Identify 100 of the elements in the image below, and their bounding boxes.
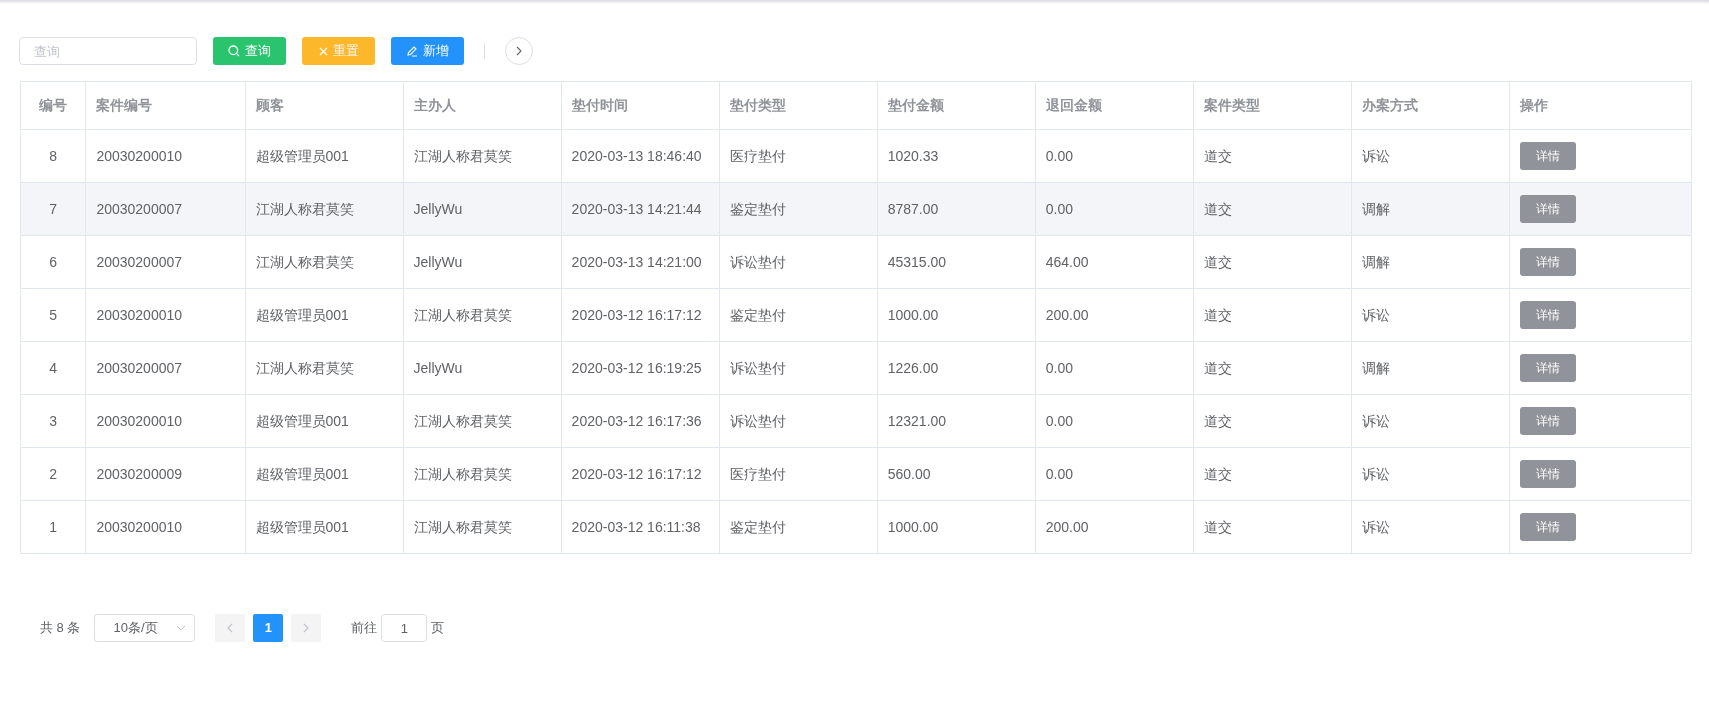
table-cell: 45315.00 bbox=[877, 235, 1036, 289]
details-button[interactable]: 详情 bbox=[1519, 354, 1576, 382]
table-cell: 0.00 bbox=[1035, 341, 1194, 395]
page-size-select[interactable]: 10条/页 bbox=[94, 614, 196, 642]
table-cell: 1000.00 bbox=[877, 288, 1036, 342]
column-header: 操作 bbox=[1509, 81, 1692, 130]
table-cell: 7 bbox=[20, 182, 86, 236]
details-button[interactable]: 详情 bbox=[1519, 248, 1576, 276]
table-cell: 8787.00 bbox=[877, 182, 1036, 236]
table-cell: 江湖人称君莫笑 bbox=[403, 394, 562, 448]
table-cell: 道交 bbox=[1193, 288, 1352, 342]
pencil-icon bbox=[406, 45, 418, 57]
table-cell: 8 bbox=[20, 129, 86, 183]
table-cell: 2020-03-12 16:11:38 bbox=[561, 500, 720, 554]
table-cell: 12321.00 bbox=[877, 394, 1036, 448]
add-button[interactable]: 新增 bbox=[391, 37, 464, 65]
table-cell: 200.00 bbox=[1035, 500, 1194, 554]
table-cell: 2020-03-12 16:17:36 bbox=[561, 394, 720, 448]
table-cell: 5 bbox=[20, 288, 86, 342]
chevron-down-icon bbox=[176, 625, 187, 631]
table-cell: 2020-03-13 14:21:00 bbox=[561, 235, 720, 289]
table-cell: 2020-03-12 16:19:25 bbox=[561, 341, 720, 395]
table-cell: 20030200010 bbox=[85, 288, 245, 342]
details-button[interactable]: 详情 bbox=[1519, 513, 1576, 541]
table-cell: 1 bbox=[20, 500, 86, 554]
table-cell: 道交 bbox=[1193, 447, 1352, 501]
table-cell: 20030200007 bbox=[85, 182, 245, 236]
table-cell: 诉讼 bbox=[1351, 500, 1510, 554]
details-button[interactable]: 详情 bbox=[1519, 407, 1576, 435]
table-cell: 江湖人称君莫笑 bbox=[403, 129, 562, 183]
chevron-right-icon bbox=[516, 46, 522, 56]
table-cell: 20030200010 bbox=[85, 394, 245, 448]
table-cell: 诉讼垫付 bbox=[719, 394, 878, 448]
details-button[interactable]: 详情 bbox=[1519, 195, 1576, 223]
column-header: 顾客 bbox=[245, 81, 404, 130]
details-button[interactable]: 详情 bbox=[1519, 460, 1576, 488]
previous-page-button[interactable] bbox=[215, 614, 246, 642]
table-cell: 江湖人称君莫笑 bbox=[245, 235, 404, 289]
table-cell: 2 bbox=[20, 447, 86, 501]
table-cell: 0.00 bbox=[1035, 447, 1194, 501]
table-cell: 20030200010 bbox=[85, 500, 245, 554]
table-cell: 诉讼 bbox=[1351, 447, 1510, 501]
column-header: 垫付金额 bbox=[877, 81, 1036, 130]
table-cell: 560.00 bbox=[877, 447, 1036, 501]
column-header: 垫付类型 bbox=[719, 81, 878, 130]
table-cell: 江湖人称君莫笑 bbox=[245, 341, 404, 395]
table-cell: 20030200007 bbox=[85, 235, 245, 289]
reset-button[interactable]: 重置 bbox=[302, 37, 375, 65]
close-icon bbox=[318, 46, 328, 56]
table-cell: 2020-03-12 16:17:12 bbox=[561, 288, 720, 342]
table-cell: 20030200010 bbox=[85, 129, 245, 183]
table-cell: 464.00 bbox=[1035, 235, 1194, 289]
table-cell: 医疗垫付 bbox=[719, 447, 878, 501]
table-cell: 诉讼垫付 bbox=[719, 341, 878, 395]
details-button[interactable]: 详情 bbox=[1519, 301, 1576, 329]
page-button[interactable]: 1 bbox=[253, 614, 284, 642]
table-cell: 调解 bbox=[1351, 182, 1510, 236]
column-header: 垫付时间 bbox=[561, 81, 720, 130]
table-cell: 1226.00 bbox=[877, 341, 1036, 395]
table-cell: 1020.33 bbox=[877, 129, 1036, 183]
table-cell: 道交 bbox=[1193, 235, 1352, 289]
chevron-left-icon bbox=[227, 623, 234, 633]
table-cell: 道交 bbox=[1193, 500, 1352, 554]
table-cell: 3 bbox=[20, 394, 86, 448]
chevron-right-icon bbox=[303, 623, 310, 633]
table-cell: 1000.00 bbox=[877, 500, 1036, 554]
table-cell: 4 bbox=[20, 341, 86, 395]
page-suffix: 页 bbox=[431, 619, 445, 638]
table-cell: 鉴定垫付 bbox=[719, 288, 878, 342]
table-cell: 调解 bbox=[1351, 235, 1510, 289]
table-cell: 江湖人称君莫笑 bbox=[245, 182, 404, 236]
table-cell: 江湖人称君莫笑 bbox=[403, 288, 562, 342]
table-cell: 20030200007 bbox=[85, 341, 245, 395]
next-page-button[interactable] bbox=[291, 614, 322, 642]
table-cell: 超级管理员001 bbox=[245, 500, 404, 554]
table-cell: 超级管理员001 bbox=[245, 129, 404, 183]
expand-button[interactable] bbox=[505, 37, 533, 65]
table-cell: 道交 bbox=[1193, 182, 1352, 236]
table-cell: 200.00 bbox=[1035, 288, 1194, 342]
table-cell: 诉讼垫付 bbox=[719, 235, 878, 289]
column-header: 案件编号 bbox=[85, 81, 245, 130]
table-cell: 医疗垫付 bbox=[719, 129, 878, 183]
table-cell: 0.00 bbox=[1035, 182, 1194, 236]
table-cell: 江湖人称君莫笑 bbox=[403, 447, 562, 501]
column-header: 办案方式 bbox=[1351, 81, 1510, 130]
search-field[interactable]: 查询 bbox=[19, 37, 197, 65]
table-cell: JellyWu bbox=[403, 235, 562, 289]
goto-label: 前往 bbox=[351, 619, 378, 638]
table-cell: 0.00 bbox=[1035, 394, 1194, 448]
details-button[interactable]: 详情 bbox=[1519, 142, 1576, 170]
table-cell: JellyWu bbox=[403, 182, 562, 236]
table-cell: 鉴定垫付 bbox=[719, 500, 878, 554]
table-cell: 2020-03-12 16:17:12 bbox=[561, 447, 720, 501]
table-cell: JellyWu bbox=[403, 341, 562, 395]
table-cell: 超级管理员001 bbox=[245, 394, 404, 448]
table-cell: 2020-03-13 18:46:40 bbox=[561, 129, 720, 183]
table-cell: 超级管理员001 bbox=[245, 447, 404, 501]
table-cell: 诉讼 bbox=[1351, 129, 1510, 183]
page-input[interactable]: 1 bbox=[381, 614, 428, 642]
search-button[interactable]: 查询 bbox=[213, 37, 286, 65]
